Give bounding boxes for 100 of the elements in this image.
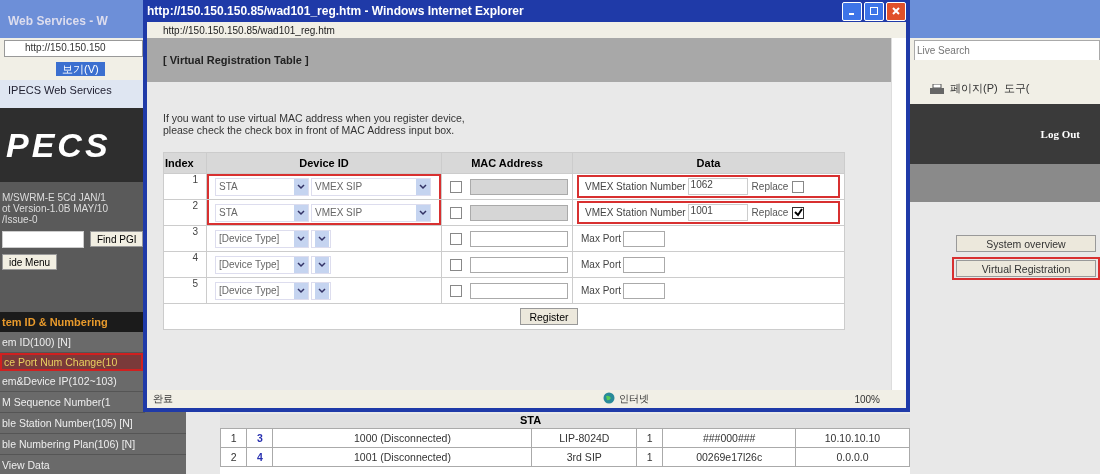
maximize-button[interactable] (864, 1, 884, 21)
max-port-field[interactable] (623, 282, 665, 299)
version-text: ot Version-1.0B MAY/10 (2, 203, 109, 214)
checkbox[interactable] (450, 284, 462, 297)
zone-text: 인터넷 (619, 392, 649, 406)
zoom-level[interactable]: 100% (854, 393, 900, 405)
column-header: Device ID (206, 152, 442, 174)
table-cell: 3 (246, 428, 273, 448)
page-heading: [ Virtual Registration Table ] (147, 38, 891, 82)
checkbox[interactable] (450, 258, 462, 271)
device-type-select[interactable]: STA (215, 177, 309, 196)
caret-icon (318, 261, 326, 268)
field-label: VMEX Station Number (585, 207, 686, 218)
device-type-select[interactable]: STA (215, 203, 309, 222)
device-select[interactable]: VMEX SIP (311, 203, 431, 222)
close-icon (892, 7, 900, 15)
nav-button[interactable]: Virtual Registration (956, 260, 1096, 277)
toolbar-item[interactable]: 도구( (1003, 81, 1030, 96)
table-cell: 3rd SIP (531, 447, 637, 467)
table-cell: 10.10.10.10 (795, 428, 910, 448)
index-cell: 3 (163, 225, 207, 252)
find-button[interactable]: Find PGI (90, 231, 144, 247)
device-type-select[interactable]: [Device Type] (215, 229, 309, 248)
menu-button[interactable]: ide Menu (2, 254, 58, 270)
table-cell: 1001 (Disconnected) (272, 447, 532, 467)
table-cell: 0.0.0.0 (795, 447, 910, 467)
menu-item[interactable]: 보기(V) (56, 62, 105, 76)
checkbox[interactable] (792, 206, 805, 219)
search-field[interactable] (2, 231, 84, 248)
mac-address-field[interactable] (470, 204, 568, 221)
globe-icon (603, 392, 615, 406)
mac-address-field[interactable] (470, 230, 568, 247)
station-number-field[interactable]: 1062 (687, 178, 748, 195)
status-text: 완료 (153, 392, 174, 406)
field-label: Max Port (581, 285, 621, 296)
device-select[interactable]: VMEX SIP (311, 177, 431, 196)
caret-icon (297, 287, 305, 294)
sidebar-item[interactable]: ble Station Number(105) [N] (0, 413, 186, 434)
mac-address-field[interactable] (470, 256, 568, 273)
checkbox[interactable] (450, 232, 462, 245)
version-text: M/SWRM-E 5Cd JAN/1 (2, 192, 107, 203)
printer-icon[interactable] (930, 84, 944, 96)
search-field[interactable]: Live Search (914, 40, 1100, 61)
index-cell: 1 (163, 173, 207, 200)
device-select[interactable] (311, 255, 331, 274)
table-cell: 1 (636, 428, 663, 448)
table-cell: 1 (220, 428, 247, 448)
nav-button[interactable]: System overview (956, 235, 1096, 252)
checkbox[interactable] (450, 206, 462, 219)
column-header: MAC Address (441, 152, 573, 174)
field-label: VMEX Station Number (585, 181, 686, 192)
station-number-field[interactable]: 1001 (687, 204, 748, 221)
index-cell: 4 (163, 251, 207, 278)
checkbox[interactable] (450, 180, 462, 193)
field-label: Replace (751, 207, 789, 218)
instruction-text: If you want to use virtual MAC address when you register device, (163, 112, 466, 124)
sidebar-item[interactable]: ble Numbering Plan(106) [N] (0, 434, 186, 455)
menu-section-title: tem ID & Numbering (0, 312, 145, 332)
table-cell: LIP-8024D (531, 428, 637, 448)
max-port-field[interactable] (623, 230, 665, 247)
field-label: Max Port (581, 233, 621, 244)
column-header: Index (163, 152, 207, 174)
caret-icon (419, 209, 427, 216)
caret-icon (297, 209, 305, 216)
sidebar-item[interactable]: ce Port Num Change(10 (0, 353, 143, 371)
minimize-button[interactable] (842, 1, 862, 21)
max-port-field[interactable] (623, 256, 665, 273)
logout-link[interactable]: Log Out (1040, 128, 1080, 140)
caret-icon (297, 261, 305, 268)
mac-address-field[interactable] (470, 282, 568, 299)
checkbox[interactable] (792, 180, 805, 193)
address-field[interactable]: http://150.150.150 (4, 40, 143, 57)
table-cell: 1000 (Disconnected) (272, 428, 532, 448)
field-label: Max Port (581, 259, 621, 270)
index-cell: 2 (163, 199, 207, 226)
instruction-text: please check the check box in front of MAC Address input box. (163, 124, 456, 136)
logo: PECS (6, 126, 111, 164)
table-heading: STA (220, 414, 910, 428)
table-cell: ###000### (662, 428, 796, 448)
close-button[interactable] (886, 1, 906, 21)
column-header: Data (572, 152, 845, 174)
table-cell: 00269e17l26c (662, 447, 796, 467)
device-select[interactable] (311, 281, 331, 300)
toolbar-item[interactable]: 페이지(P) (950, 81, 998, 96)
device-type-select[interactable]: [Device Type] (215, 281, 309, 300)
caret-icon (318, 235, 326, 242)
table-cell: 4 (246, 447, 273, 467)
table-cell: 1 (636, 447, 663, 467)
device-type-select[interactable]: [Device Type] (215, 255, 309, 274)
check-icon (793, 208, 803, 217)
scrollbar[interactable] (891, 38, 906, 390)
sidebar-item[interactable]: View Data (0, 455, 186, 474)
caret-icon (297, 183, 305, 190)
register-button[interactable]: Register (520, 308, 578, 325)
version-text: /Issue-0 (2, 214, 39, 225)
mac-address-field[interactable] (470, 178, 568, 195)
index-cell: 5 (163, 277, 207, 304)
device-select[interactable] (311, 229, 331, 248)
caret-icon (297, 235, 305, 242)
table-cell: 2 (220, 447, 247, 467)
